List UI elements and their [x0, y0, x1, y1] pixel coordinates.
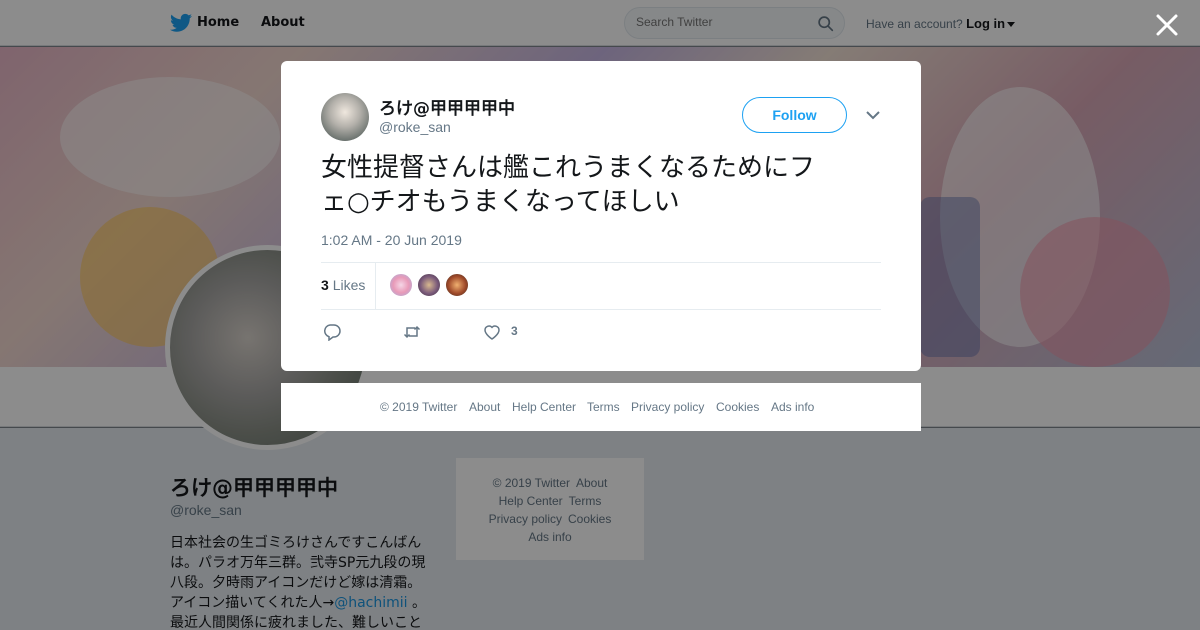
modal-footer: © 2019 Twitter About Help Center Terms P…	[281, 383, 921, 431]
divider	[321, 309, 881, 310]
footer-about-link[interactable]: About	[469, 400, 500, 414]
chevron-down-icon[interactable]	[866, 110, 880, 120]
liker-avatar[interactable]	[445, 273, 469, 297]
likes-stat[interactable]: 3 Likes	[321, 277, 365, 293]
tweet-text-line: ェ○チオもうまくなってほしい	[321, 187, 680, 217]
retweet-icon[interactable]	[403, 323, 421, 341]
close-icon[interactable]	[1154, 12, 1180, 38]
likes-count: 3	[321, 277, 329, 293]
tweet-author-avatar[interactable]	[321, 93, 369, 141]
footer-copyright: © 2019 Twitter	[380, 400, 458, 414]
footer-terms-link[interactable]: Terms	[587, 400, 620, 414]
liker-avatar[interactable]	[417, 273, 441, 297]
tweet-text: 女性提督さんは艦これうまくなるためにフ ェ○チオもうまくなってほしい	[321, 151, 881, 219]
follow-button[interactable]: Follow	[742, 97, 847, 133]
footer-privacy-link[interactable]: Privacy policy	[631, 400, 704, 414]
heart-icon[interactable]	[483, 323, 501, 341]
tweet-modal: ろけ@甲甲甲甲中 @roke_san Follow 女性提督さんは艦これうまくな…	[281, 61, 921, 371]
like-action-count: 3	[511, 324, 518, 338]
reply-icon[interactable]	[323, 323, 341, 341]
footer-ads-link[interactable]: Ads info	[771, 400, 814, 414]
divider	[375, 262, 376, 309]
tweet-author-handle[interactable]: @roke_san	[379, 119, 451, 135]
footer-cookies-link[interactable]: Cookies	[716, 400, 759, 414]
liker-avatar[interactable]	[389, 273, 413, 297]
tweet-author-name[interactable]: ろけ@甲甲甲甲中	[379, 94, 515, 119]
likes-label: Likes	[332, 277, 366, 293]
tweet-timestamp[interactable]: 1:02 AM - 20 Jun 2019	[321, 232, 462, 248]
tweet-text-line: 女性提督さんは艦これうまくなるためにフ	[321, 153, 816, 183]
divider	[321, 262, 881, 263]
footer-help-link[interactable]: Help Center	[512, 400, 576, 414]
